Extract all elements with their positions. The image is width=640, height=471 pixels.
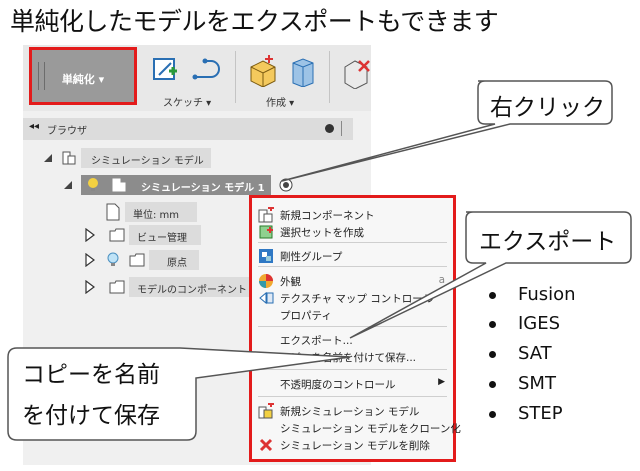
export-format-item: Fusion xyxy=(489,284,576,305)
export-format-item: SAT xyxy=(489,343,552,364)
export-format-list: Fusion IGES SAT SMT STEP xyxy=(489,284,629,434)
save-copy-callout-text-2: を付けて保存 xyxy=(22,403,160,429)
export-format-item: SMT xyxy=(489,373,556,394)
save-copy-callout-text-1: コピーを名前 xyxy=(22,362,160,388)
export-format-item: STEP xyxy=(489,403,563,424)
export-callout-text: エクスポート xyxy=(479,229,617,255)
export-format-item: IGES xyxy=(489,313,560,334)
right-click-callout-text: 右クリック xyxy=(490,95,605,121)
